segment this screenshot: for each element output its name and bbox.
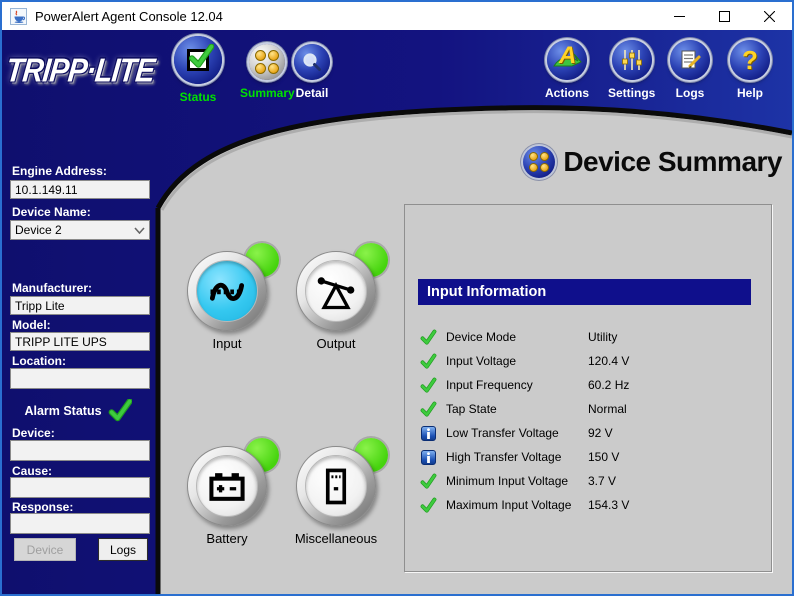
alarm-ok-check-icon: [108, 399, 132, 422]
info-row: High Transfer Voltage 150 V: [420, 445, 760, 469]
maximize-icon: [719, 10, 730, 22]
green-check-icon: [420, 329, 437, 345]
info-row: Input Voltage 120.4 V: [420, 349, 760, 373]
summary-dots-icon: [249, 44, 286, 80]
device-name-label: Device Name:: [12, 205, 91, 219]
engine-address-field[interactable]: [10, 180, 150, 199]
device-button[interactable]: Device: [14, 538, 76, 561]
nav-detail-button[interactable]: Detail: [294, 44, 330, 100]
cause-label: Cause:: [12, 464, 53, 478]
green-check-icon: [420, 353, 437, 369]
actions-icon: A: [547, 40, 587, 80]
info-rows: Device Mode Utility Input Voltage 120.4 V In…: [420, 325, 760, 517]
location-label: Location:: [12, 354, 66, 368]
close-button[interactable]: [747, 2, 792, 30]
miscellaneous-ups-icon: [305, 455, 367, 517]
panel-title: Input Information: [418, 279, 751, 305]
close-icon: [764, 10, 775, 22]
minimize-button[interactable]: [657, 2, 702, 30]
green-check-icon: [420, 377, 437, 393]
info-icon: [421, 425, 436, 441]
response-field[interactable]: [10, 513, 150, 534]
info-row-value: Normal: [588, 402, 627, 416]
info-row-label: Input Voltage: [446, 354, 517, 368]
input-sine-icon: [196, 260, 258, 322]
green-check-icon: [420, 497, 437, 513]
engine-address-label: Engine Address:: [12, 164, 107, 178]
output-button[interactable]: [296, 243, 388, 331]
info-row-label: Input Frequency: [446, 378, 533, 392]
cause-field[interactable]: [10, 477, 150, 498]
window-title: PowerAlert Agent Console 12.04: [35, 8, 223, 24]
info-row-value: 92 V: [588, 426, 613, 440]
page-title-text: Device Summary: [563, 146, 782, 177]
info-row: Maximum Input Voltage 154.3 V: [420, 493, 760, 517]
input-button[interactable]: [187, 243, 279, 331]
java-app-icon: [10, 7, 27, 25]
info-row-value: 60.2 Hz: [588, 378, 630, 392]
app-body: Device Summary Input Output Battery Misc…: [2, 30, 792, 594]
info-row-label: Minimum Input Voltage: [446, 474, 569, 488]
nav-status-button[interactable]: Status: [174, 36, 222, 104]
actions-button[interactable]: A Actions: [545, 40, 589, 100]
page-title: Device Summary: [523, 146, 782, 178]
info-row-value: Utility: [588, 330, 618, 344]
logs-button-toolbar[interactable]: Logs: [670, 40, 710, 100]
info-row: Device Mode Utility: [420, 325, 760, 349]
detail-magnifier-icon: [294, 44, 330, 80]
alarm-status: Alarm Status: [2, 396, 154, 426]
info-row: Input Frequency 60.2 Hz: [420, 373, 760, 397]
content-stage: Device Summary Input Output Battery Misc…: [154, 30, 792, 594]
green-check-icon: [420, 473, 437, 489]
logs-notepad-icon: [670, 40, 710, 80]
response-label: Response:: [12, 500, 74, 514]
info-icon: [421, 449, 436, 465]
miscellaneous-label: Miscellaneous: [294, 531, 378, 546]
settings-button[interactable]: Settings: [608, 40, 655, 100]
info-row-value: 154.3 V: [588, 498, 630, 512]
settings-sliders-icon: [611, 40, 652, 80]
tripp-lite-logo: TRIPP·LITE: [4, 52, 156, 89]
title-bar: PowerAlert Agent Console 12.04: [2, 2, 792, 30]
app-window: PowerAlert Agent Console 12.04 Device Su…: [0, 0, 794, 596]
manufacturer-field[interactable]: [10, 296, 150, 315]
info-row-label: Maximum Input Voltage: [446, 498, 572, 512]
info-row-label: Tap State: [446, 402, 497, 416]
manufacturer-label: Manufacturer:: [12, 281, 93, 295]
summary-dots-icon: [523, 146, 556, 178]
output-label: Output: [316, 336, 356, 351]
model-label: Model:: [12, 318, 51, 332]
battery-button[interactable]: [187, 438, 279, 526]
device-field[interactable]: [10, 440, 150, 461]
battery-icon: [196, 455, 258, 517]
info-row-value: 3.7 V: [588, 474, 617, 488]
output-balance-icon: [305, 260, 367, 322]
green-check-icon: [420, 401, 437, 417]
minimize-icon: [674, 15, 685, 17]
chevron-down-icon: [134, 223, 145, 237]
miscellaneous-button[interactable]: [296, 438, 388, 526]
help-question-icon: ?: [730, 40, 770, 80]
info-row-label: High Transfer Voltage: [446, 450, 562, 464]
maximize-button[interactable]: [702, 2, 747, 30]
info-row-label: Low Transfer Voltage: [446, 426, 559, 440]
model-field[interactable]: [10, 332, 150, 351]
info-row: Low Transfer Voltage 92 V: [420, 421, 760, 445]
device-name-select[interactable]: Device 2: [10, 220, 150, 240]
info-row: Tap State Normal: [420, 397, 760, 421]
logs-button[interactable]: Logs: [98, 538, 148, 561]
status-check-icon: [174, 36, 222, 84]
input-label: Input: [212, 336, 242, 351]
input-information-panel: Input Information Device Mode Utility Inpu…: [404, 204, 772, 572]
info-row-value: 150 V: [588, 450, 620, 464]
location-field[interactable]: [10, 368, 150, 389]
info-row: Minimum Input Voltage 3.7 V: [420, 469, 760, 493]
info-row-label: Device Mode: [446, 330, 517, 344]
nav-summary-button[interactable]: Summary: [240, 44, 295, 100]
alarm-status-label: Alarm Status: [24, 404, 102, 418]
info-row-value: 120.4 V: [588, 354, 630, 368]
help-button[interactable]: ? Help: [730, 40, 770, 100]
battery-label: Battery: [206, 531, 248, 546]
device-label: Device:: [12, 426, 55, 440]
